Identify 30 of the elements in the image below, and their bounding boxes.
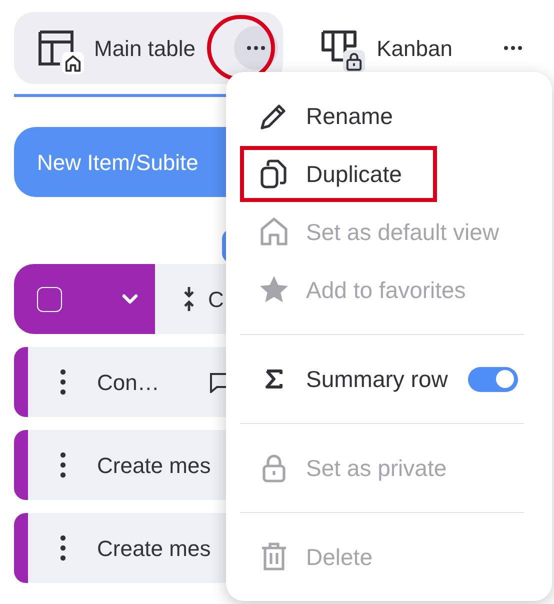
- collapse-icon[interactable]: [182, 286, 196, 312]
- row-color-strip: [14, 347, 28, 417]
- toggle-switch[interactable]: [468, 366, 518, 392]
- more-horizontal-icon: [504, 46, 522, 50]
- view-tab[interactable]: Kanban: [296, 12, 540, 84]
- menu-item-label: Set as private: [306, 454, 447, 483]
- table-layout-icon: [38, 30, 74, 66]
- more-horizontal-icon: [246, 46, 265, 50]
- menu-item[interactable]: Summary row: [226, 350, 552, 408]
- more-vertical-icon[interactable]: [59, 369, 67, 395]
- item-name: Con…: [97, 368, 160, 396]
- menu-item-label: Delete: [306, 542, 372, 572]
- menu-item-label: Set as default view: [306, 218, 500, 247]
- column-header: C: [208, 286, 224, 314]
- item-name: Create mes: [97, 534, 211, 562]
- more-vertical-icon[interactable]: [59, 535, 67, 561]
- more-vertical-icon[interactable]: [59, 452, 67, 478]
- view-tab[interactable]: Main table: [14, 12, 283, 84]
- item-name: Create mes: [97, 452, 211, 480]
- home-icon: [62, 52, 84, 74]
- tab-label: Kanban: [376, 34, 452, 62]
- home-icon: [258, 216, 290, 248]
- lock-icon: [342, 50, 365, 72]
- more-options-button[interactable]: [234, 26, 278, 70]
- menu-item-label: Summary row: [306, 364, 448, 394]
- tab-label: Main table: [94, 34, 196, 62]
- menu-item-label: Add to favorites: [306, 276, 466, 305]
- checkbox[interactable]: [37, 286, 62, 312]
- row-color-strip: [14, 430, 28, 500]
- row-color-strip: [14, 513, 28, 583]
